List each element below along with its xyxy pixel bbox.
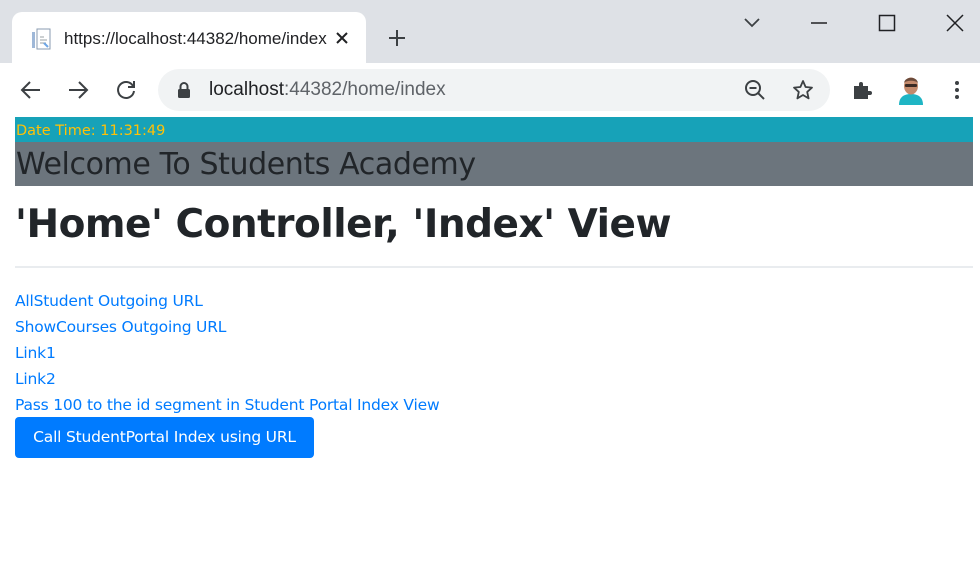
welcome-banner: Welcome To Students Academy <box>15 142 973 186</box>
maximize-window-icon[interactable] <box>872 8 902 38</box>
lock-icon[interactable] <box>174 80 194 100</box>
pass-id-link[interactable]: Pass 100 to the id segment in Student Po… <box>15 392 440 418</box>
page-content: Date Time: 11:31:49 Welcome To Students … <box>0 117 980 561</box>
page-favicon-icon <box>31 28 51 50</box>
datetime-banner: Date Time: 11:31:49 <box>15 117 973 142</box>
close-tab-icon[interactable] <box>330 26 354 50</box>
datetime-text: Date Time: 11:31:49 <box>16 123 166 139</box>
profile-avatar[interactable] <box>896 73 926 105</box>
reload-icon[interactable] <box>110 74 142 106</box>
new-tab-icon[interactable] <box>383 24 411 52</box>
link-list: AllStudent Outgoing URL ShowCourses Outg… <box>15 288 440 418</box>
minimize-window-icon[interactable] <box>804 8 834 38</box>
welcome-title: Welcome To Students Academy <box>16 147 476 182</box>
forward-arrow-icon[interactable] <box>62 74 94 106</box>
bookmark-star-icon[interactable] <box>791 78 815 102</box>
close-window-icon[interactable] <box>940 8 970 38</box>
link1[interactable]: Link1 <box>15 340 439 366</box>
tab-search-chevron-down-icon[interactable] <box>737 8 767 38</box>
extensions-puzzle-icon[interactable] <box>846 74 878 106</box>
url-text[interactable]: localhost:44382/home/index <box>209 79 446 101</box>
back-arrow-icon[interactable] <box>15 74 47 106</box>
zoom-out-icon[interactable] <box>743 78 767 102</box>
call-student-portal-button[interactable]: Call StudentPortal Index using URL <box>15 417 314 458</box>
url-path: :44382/home/index <box>284 79 446 100</box>
browser-tab[interactable]: https://localhost:44382/home/index <box>12 12 366 63</box>
url-host: localhost <box>209 79 284 100</box>
show-courses-link[interactable]: ShowCourses Outgoing URL <box>15 314 439 340</box>
browser-tab-strip: https://localhost:44382/home/index <box>0 0 980 63</box>
tab-title: https://localhost:44382/home/index <box>64 29 327 48</box>
address-bar[interactable]: localhost:44382/home/index <box>158 69 830 111</box>
more-menu-icon[interactable] <box>941 74 973 106</box>
page-heading: 'Home' Controller, 'Index' View <box>15 202 672 247</box>
divider <box>15 266 973 268</box>
browser-toolbar: localhost:44382/home/index <box>0 63 980 117</box>
link2[interactable]: Link2 <box>15 366 439 392</box>
all-student-link[interactable]: AllStudent Outgoing URL <box>15 288 439 314</box>
